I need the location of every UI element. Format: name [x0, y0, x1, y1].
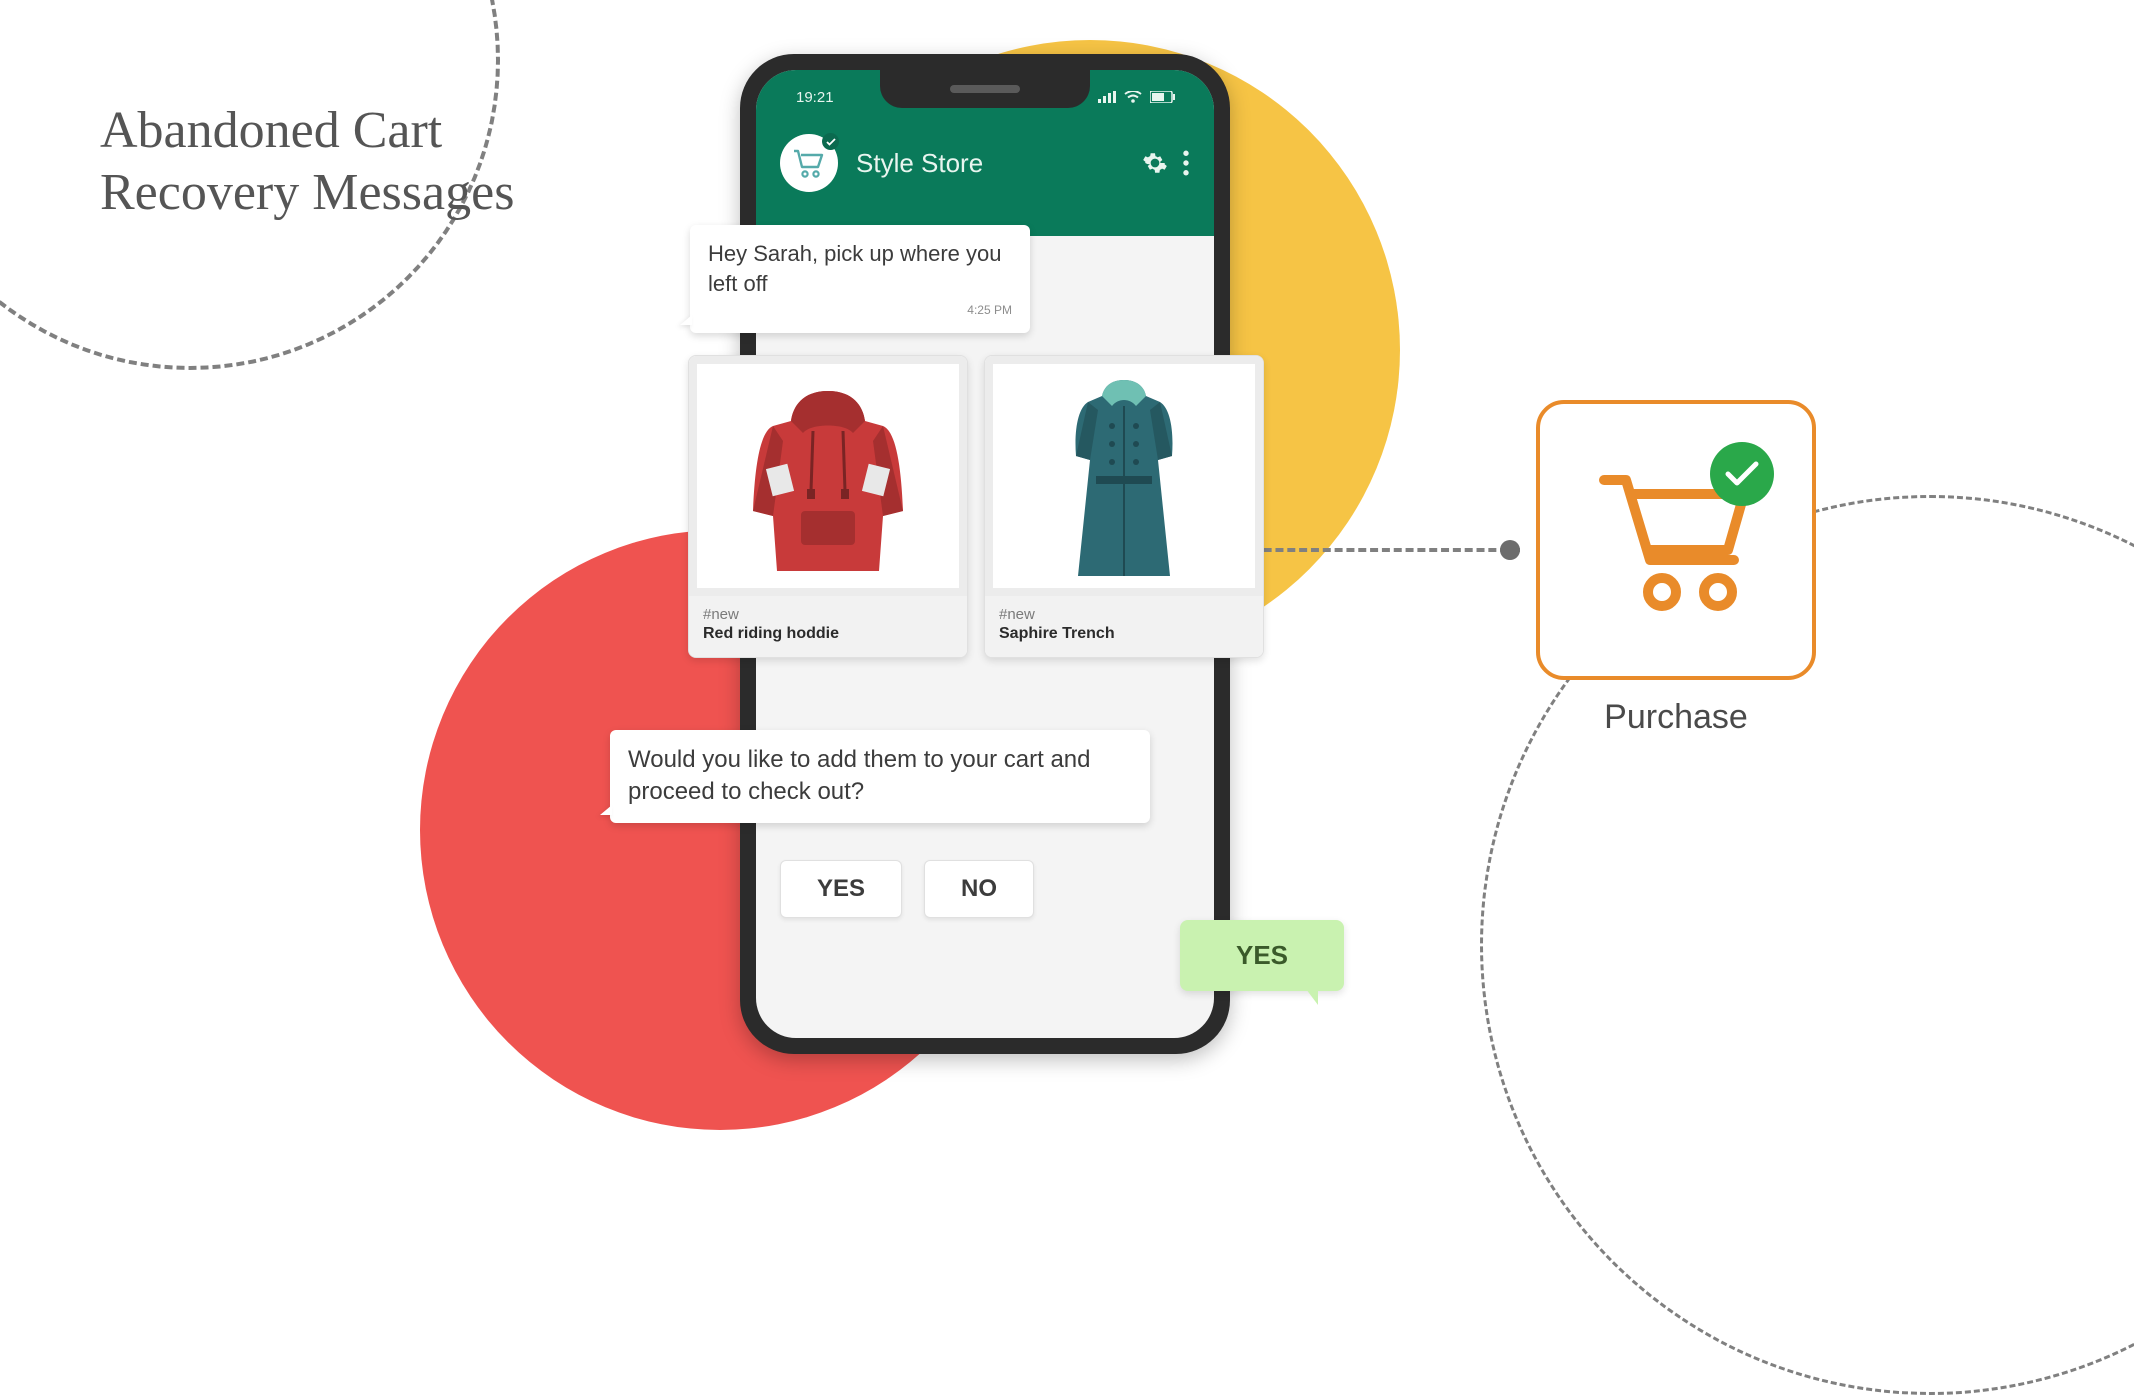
wifi-icon [1124, 91, 1142, 103]
yes-button[interactable]: YES [780, 860, 902, 918]
connector-dot [1500, 540, 1520, 560]
check-badge [1710, 442, 1774, 506]
purchase-label: Purchase [1536, 698, 1816, 737]
greeting-time: 4:25 PM [708, 302, 1012, 318]
product-title: Saphire Trench [999, 625, 1249, 643]
product-card[interactable]: #new Saphire Trench [984, 355, 1264, 658]
no-button[interactable]: NO [924, 860, 1034, 918]
greeting-text: Hey Sarah, pick up where you left off [708, 239, 1012, 298]
more-vert-icon[interactable] [1182, 150, 1190, 176]
verified-badge-icon [822, 133, 839, 150]
quick-reply-row: YES NO [780, 860, 1034, 918]
product-tag: #new [703, 606, 953, 623]
phone-notch [880, 70, 1090, 108]
status-time: 19:21 [796, 89, 834, 106]
store-name: Style Store [856, 148, 983, 179]
product-tag: #new [999, 606, 1249, 623]
gear-icon[interactable] [1142, 150, 1168, 176]
product-image-trench [985, 356, 1263, 596]
purchase-box [1536, 400, 1816, 680]
page-title: Abandoned Cart Recovery Messages [100, 100, 514, 225]
signal-icon [1098, 91, 1116, 103]
user-reply-bubble: YES [1180, 920, 1344, 991]
connector-line [1240, 548, 1520, 552]
product-title: Red riding hoddie [703, 625, 953, 643]
status-icons [1098, 91, 1176, 103]
battery-icon [1150, 91, 1176, 103]
chat-bubble-prompt: Would you like to add them to your cart … [610, 730, 1150, 823]
purchase-node: Purchase [1536, 400, 1816, 737]
cart-icon [792, 148, 826, 178]
product-card[interactable]: #new Red riding hoddie [688, 355, 968, 658]
prompt-text: Would you like to add them to your cart … [628, 744, 1132, 809]
product-image-hoodie [689, 356, 967, 596]
check-icon [1724, 460, 1760, 488]
user-reply-text: YES [1236, 940, 1288, 970]
chat-bubble-greeting: Hey Sarah, pick up where you left off 4:… [690, 225, 1030, 333]
product-cards: #new Red riding hoddie #new Saphire Tren… [688, 355, 1264, 658]
store-avatar[interactable] [780, 134, 838, 192]
